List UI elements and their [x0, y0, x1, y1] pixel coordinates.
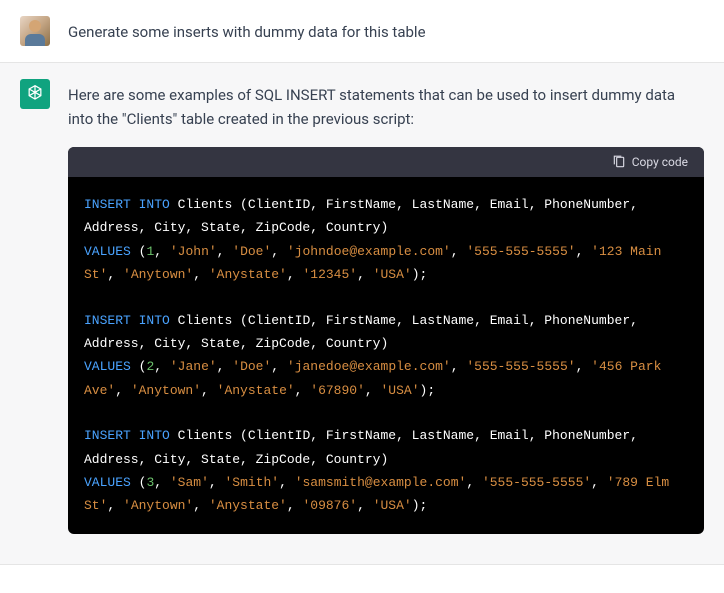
code-body[interactable]: INSERT INTO Clients (ClientID, FirstName… [68, 177, 704, 534]
openai-logo-icon [25, 84, 45, 104]
sql-statement: INSERT INTO Clients (ClientID, FirstName… [84, 424, 688, 518]
sql-statement: INSERT INTO Clients (ClientID, FirstName… [84, 309, 688, 403]
clipboard-icon [612, 155, 626, 169]
user-message: Generate some inserts with dummy data fo… [0, 0, 724, 63]
code-block: Copy code INSERT INTO Clients (ClientID,… [68, 147, 704, 534]
user-avatar [20, 16, 50, 46]
assistant-intro-text: Here are some examples of SQL INSERT sta… [68, 83, 704, 131]
copy-code-button[interactable]: Copy code [612, 155, 688, 169]
assistant-content: Here are some examples of SQL INSERT sta… [68, 79, 704, 534]
code-header: Copy code [68, 147, 704, 177]
sql-statement: INSERT INTO Clients (ClientID, FirstName… [84, 193, 688, 287]
assistant-avatar [20, 79, 50, 109]
assistant-message: Here are some examples of SQL INSERT sta… [0, 63, 724, 565]
copy-code-label: Copy code [632, 155, 688, 169]
user-text: Generate some inserts with dummy data fo… [68, 20, 704, 44]
user-content: Generate some inserts with dummy data fo… [68, 16, 704, 46]
